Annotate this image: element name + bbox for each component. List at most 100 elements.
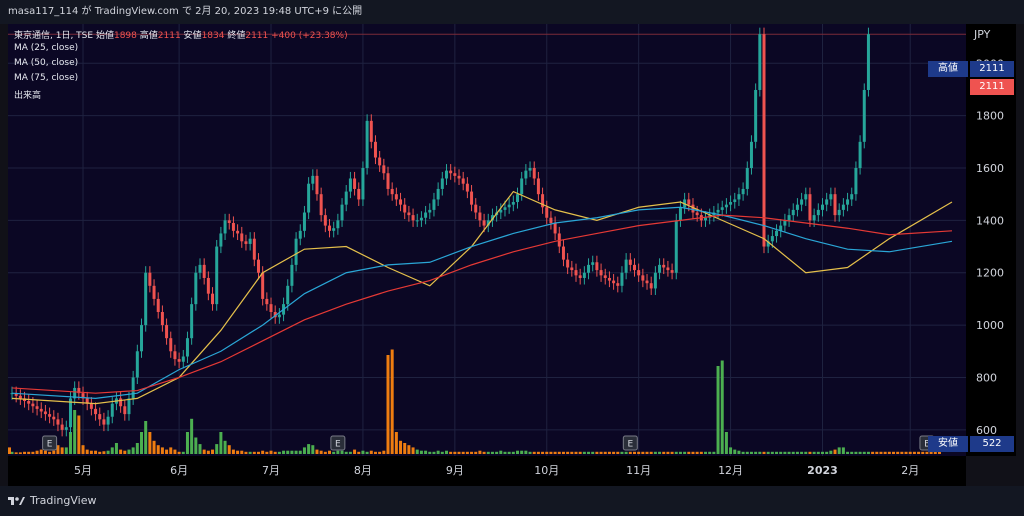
volume-bar: [48, 451, 52, 454]
earnings-marker[interactable]: E: [330, 435, 346, 451]
candle-body: [745, 168, 749, 189]
candle-body: [804, 194, 808, 200]
legend-volume[interactable]: 出来高: [14, 88, 41, 101]
volume-bar: [248, 451, 252, 454]
candle-body: [841, 204, 845, 210]
candle-body: [357, 188, 361, 200]
price-tick-label: 1800: [976, 110, 1004, 123]
volume-bar: [587, 451, 591, 454]
volume-bar: [98, 451, 102, 454]
candle-body: [465, 183, 469, 192]
legend-low-value: 1834: [201, 31, 225, 41]
volume-bar: [854, 451, 858, 454]
volume-bar: [866, 451, 870, 454]
volume-bar: [561, 451, 565, 454]
candle-body: [144, 272, 148, 326]
candle-body: [444, 170, 448, 179]
volume-bar: [365, 451, 369, 454]
volume-bar: [294, 450, 298, 454]
volume-bar: [670, 451, 674, 454]
volume-bar: [256, 451, 260, 454]
volume-bar: [348, 451, 352, 454]
candle-body: [31, 403, 35, 407]
candle-body: [140, 325, 144, 352]
volume-bar: [783, 451, 787, 454]
earnings-marker[interactable]: E: [622, 435, 638, 451]
volume-bar: [787, 451, 791, 454]
candle-body: [148, 272, 152, 286]
candle-body: [670, 270, 674, 273]
volume-bar: [152, 440, 156, 454]
candle-body: [315, 175, 319, 195]
time-axis[interactable]: 5月 6月 7月 8月 9月 10月 11月 12月 2023 2月: [8, 456, 966, 486]
candle-body: [248, 238, 252, 244]
legend-close-value: 2111: [245, 31, 269, 41]
candle-body: [340, 204, 344, 221]
candle-body: [119, 398, 123, 407]
candle-body: [829, 194, 833, 200]
candle-body: [219, 233, 223, 247]
volume-bar: [323, 451, 327, 454]
volume-bar: [691, 451, 695, 454]
candle-body: [758, 34, 762, 90]
volume-bar: [724, 432, 728, 454]
volume-bar: [194, 437, 198, 454]
volume-bar: [353, 449, 357, 454]
legend-ma75[interactable]: MA (75, close): [14, 73, 78, 83]
candle-body: [206, 277, 210, 294]
volume-bar: [503, 451, 507, 454]
volume-bar: [766, 451, 770, 454]
volume-bar: [140, 432, 144, 454]
legend-ma50[interactable]: MA (50, close): [14, 58, 78, 68]
volume-bar: [482, 451, 486, 454]
candle-body: [106, 416, 110, 425]
volume-bar: [453, 451, 457, 454]
candle-body: [704, 217, 708, 221]
price-chart-svg: EEEE: [8, 24, 966, 456]
legend-symbol[interactable]: 東京通信, 1日, TSE: [14, 31, 93, 41]
volume-bar: [131, 447, 135, 454]
candle-body: [791, 209, 795, 216]
tradingview-logo[interactable]: TradingView: [8, 494, 96, 507]
volume-bar: [344, 451, 348, 454]
published-header: masa117_114 が TradingView.com で 2月 20, 2…: [0, 0, 1024, 24]
candle-body: [432, 199, 436, 210]
candle-body: [290, 264, 294, 286]
volume-bar: [624, 451, 628, 454]
time-tick-label: 2月: [901, 464, 919, 477]
candle-body: [198, 264, 202, 273]
candle-body: [98, 414, 102, 420]
candle-body: [674, 220, 678, 273]
volume-bar: [683, 451, 687, 454]
legend-ma25[interactable]: MA (25, close): [14, 43, 78, 53]
candle-body: [503, 207, 507, 210]
volume-bar: [165, 449, 169, 454]
high-tag-label: 高値: [928, 61, 968, 77]
earnings-marker[interactable]: E: [42, 435, 58, 451]
candle-body: [649, 283, 653, 289]
candle-body: [695, 212, 699, 216]
volume-bar: [904, 451, 908, 454]
volume-bar: [227, 445, 231, 454]
chart-area[interactable]: EEEE: [8, 24, 966, 456]
time-tick-label: 6月: [170, 464, 188, 477]
volume-bar: [424, 450, 428, 454]
candle-body: [27, 401, 31, 404]
candle-body: [390, 188, 394, 195]
volume-bar: [27, 451, 31, 454]
candle-body: [231, 222, 235, 231]
volume-bar: [549, 451, 553, 454]
volume-bar: [632, 451, 636, 454]
candle-body: [653, 272, 657, 289]
volume-bar: [252, 451, 256, 454]
candle-body: [595, 262, 599, 271]
volume-bar: [39, 449, 43, 454]
candle-body: [286, 285, 290, 305]
time-tick-label: 5月: [74, 464, 92, 477]
candle-body: [474, 204, 478, 213]
volume-bar: [507, 451, 511, 454]
time-tick-label: 2023: [807, 464, 838, 477]
volume-bar: [754, 451, 758, 454]
volume-bar: [499, 450, 503, 454]
candle-body: [637, 270, 641, 276]
